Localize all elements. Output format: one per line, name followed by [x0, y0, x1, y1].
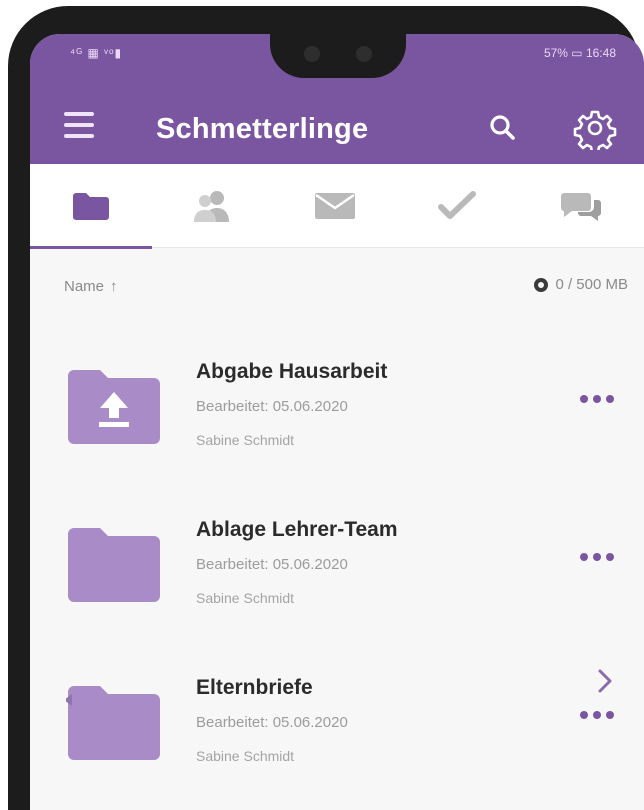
item-title: Ablage Lehrer-Team	[196, 518, 398, 541]
item-owner: Sabine Schmidt	[196, 432, 295, 448]
list-item[interactable]: Abgabe Hausarbeit Bearbeitet: 05.06.2020…	[30, 346, 644, 496]
mail-icon	[315, 193, 355, 219]
list-item[interactable]: Elternbriefe Bearbeitet: 05.06.2020 Sabi…	[30, 662, 644, 810]
shared-folder-icon	[66, 686, 160, 760]
tab-messages[interactable]	[274, 164, 396, 248]
item-owner: Sabine Schmidt	[196, 748, 295, 764]
camera-notch	[270, 34, 406, 78]
users-icon	[194, 191, 229, 222]
gear-icon[interactable]	[573, 106, 617, 154]
tab-files[interactable]	[30, 164, 152, 249]
tab-users[interactable]	[152, 164, 274, 248]
item-title: Abgabe Hausarbeit	[196, 360, 388, 383]
list-item[interactable]: Ablage Lehrer-Team Bearbeitet: 05.06.202…	[30, 504, 644, 654]
item-edited-date: Bearbeitet: 05.06.2020	[196, 714, 348, 731]
folder-icon	[68, 528, 160, 602]
list-header: Name ↑ 0 / 500 MB	[30, 266, 644, 306]
sort-arrow-icon: ↑	[110, 278, 118, 295]
item-edited-date: Bearbeitet: 05.06.2020	[196, 556, 348, 573]
more-options-button[interactable]	[580, 706, 624, 724]
checkmark-icon	[438, 191, 476, 219]
chevron-right-icon[interactable]	[594, 668, 616, 694]
app-bar: Schmetterlinge	[30, 72, 644, 164]
tab-chat[interactable]	[518, 164, 644, 248]
phone-frame: ⁴ᴳ ▦ ᵛᵒ▮ 57% ▭ 16:48 Schmetterlinge Name…	[8, 6, 644, 810]
more-options-button[interactable]	[580, 548, 624, 566]
status-left: ⁴ᴳ ▦ ᵛᵒ▮	[70, 46, 123, 60]
item-owner: Sabine Schmidt	[196, 590, 295, 606]
storage-indicator: 0 / 500 MB	[533, 276, 628, 293]
storage-icon	[534, 277, 549, 292]
sort-by-name[interactable]: Name ↑	[64, 278, 118, 295]
status-right: 57% ▭ 16:48	[543, 46, 616, 60]
screen: ⁴ᴳ ▦ ᵛᵒ▮ 57% ▭ 16:48 Schmetterlinge Name…	[30, 34, 644, 810]
item-edited-date: Bearbeitet: 05.06.2020	[196, 398, 348, 415]
chat-icon	[561, 193, 601, 221]
hamburger-icon[interactable]	[64, 112, 94, 138]
item-title: Elternbriefe	[196, 676, 313, 699]
folder-icon	[73, 193, 109, 220]
page-title: Schmetterlinge	[156, 113, 369, 145]
tab-tasks[interactable]	[396, 164, 518, 248]
sort-label: Name	[64, 278, 105, 295]
upload-folder-icon	[68, 370, 160, 444]
more-options-button[interactable]	[580, 390, 624, 408]
search-icon[interactable]	[485, 110, 521, 146]
storage-usage: 0 / 500 MB	[555, 276, 628, 293]
tab-bar	[30, 164, 644, 249]
